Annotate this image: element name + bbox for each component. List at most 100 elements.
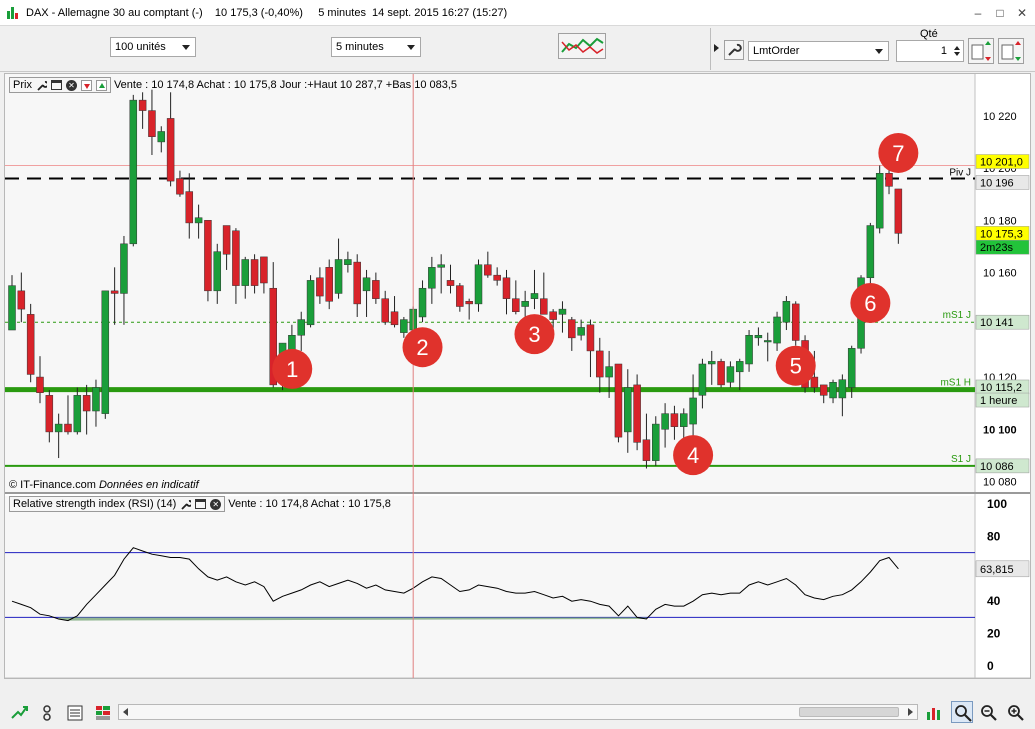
- scrollbar-thumb[interactable]: [799, 707, 899, 717]
- rsi-panel-header: Relative strength index (RSI) (14) ✕ Ven…: [9, 495, 391, 513]
- price-panel-tab[interactable]: Prix ✕: [9, 77, 111, 93]
- candle-body: [642, 439, 651, 461]
- price-panel-tab-label: Prix: [13, 79, 32, 91]
- candle-body: [782, 301, 791, 323]
- zoom-out-icon[interactable]: [980, 704, 998, 722]
- qty-down-icon[interactable]: [954, 52, 960, 56]
- candle-body: [334, 259, 343, 294]
- qty-up-icon[interactable]: [954, 46, 960, 50]
- candle-body: [54, 423, 63, 433]
- candle-body: [26, 314, 35, 375]
- chart-settings-icon[interactable]: [925, 704, 943, 722]
- candle-body: [17, 290, 26, 310]
- candle-body: [614, 363, 623, 438]
- candle-body: [735, 361, 744, 373]
- zoom-fit-icon[interactable]: [951, 701, 973, 723]
- candle-body: [325, 267, 333, 302]
- zoom-in-icon[interactable]: [1007, 704, 1025, 722]
- time-scrollbar[interactable]: [118, 704, 918, 720]
- candle-body: [894, 188, 903, 234]
- timeframe-select[interactable]: 5 minutes: [331, 37, 421, 57]
- minimize-icon[interactable]: –: [968, 4, 988, 22]
- candle-body: [82, 395, 91, 412]
- move-down-icon[interactable]: [80, 79, 92, 91]
- s1j-label: S1 J: [951, 454, 971, 465]
- candle-body: [484, 264, 492, 276]
- chart-area[interactable]: 10 22010 20010 18010 16010 14010 12010 1…: [4, 73, 1031, 679]
- annotation-number: 2: [416, 335, 428, 360]
- candle-body: [222, 225, 231, 255]
- rsi-panel-tab[interactable]: Relative strength index (RSI) (14) ✕: [9, 496, 226, 512]
- ms1j-badge-text: 10 141: [980, 317, 1014, 329]
- candle-body: [362, 277, 371, 292]
- timeframe-select-value: 5 minutes: [336, 41, 384, 53]
- candle-body: [689, 397, 697, 425]
- scroll-right-icon[interactable]: [908, 708, 913, 716]
- chart-svg[interactable]: 10 22010 20010 18010 16010 14010 12010 1…: [5, 74, 1030, 678]
- maximize-icon[interactable]: □: [990, 4, 1010, 22]
- candle-body: [148, 110, 156, 137]
- candle-body: [717, 361, 725, 386]
- sell-order-icon: [1001, 41, 1021, 61]
- rsi-tick-label: 20: [987, 627, 1001, 641]
- candle-body: [819, 384, 828, 396]
- ms1h-sub-badge-text: 1 heure: [980, 395, 1017, 407]
- candle-body: [586, 324, 595, 352]
- rsi-panel-tab-label: Relative strength index (RSI) (14): [13, 498, 177, 510]
- candle-body: [241, 259, 249, 286]
- candle-body: [605, 366, 613, 378]
- wrench-icon[interactable]: [180, 499, 192, 510]
- rsi-value-badge-text: 63,815: [980, 564, 1014, 576]
- candle-body: [185, 191, 194, 224]
- sell-order-button[interactable]: [998, 38, 1024, 64]
- order-settings-button[interactable]: [724, 40, 744, 60]
- price-tick-label: 10 160: [983, 268, 1017, 280]
- candle-body: [512, 298, 520, 312]
- close-panel-icon[interactable]: ✕: [65, 79, 77, 91]
- pivot-price-badge-text: 10 201,0: [980, 157, 1023, 169]
- candle-body: [670, 413, 679, 427]
- candle-body: [344, 259, 352, 265]
- candle-body: [624, 387, 632, 433]
- price-tick-label: 10 180: [983, 215, 1017, 227]
- scroll-left-icon[interactable]: [123, 708, 128, 716]
- copyright-line: © IT-Finance.com Données en indicatif: [9, 476, 199, 494]
- qty-stepper[interactable]: 1: [896, 40, 964, 62]
- order-panel-toggle-icon[interactable]: [714, 44, 719, 52]
- link-icon[interactable]: [38, 704, 56, 722]
- window-title: DAX - Allemagne 30 au comptant (-) 10 17…: [26, 6, 508, 19]
- candle-body: [92, 387, 100, 412]
- window-icon[interactable]: [195, 499, 207, 509]
- candle-body: [875, 173, 884, 229]
- units-select[interactable]: 100 unités: [110, 37, 196, 57]
- order-type-select[interactable]: LmtOrder: [748, 41, 889, 61]
- buy-order-button[interactable]: [968, 38, 994, 64]
- candle-body: [390, 311, 399, 326]
- annotation-number: 3: [528, 322, 540, 347]
- annotation-number: 6: [864, 291, 876, 316]
- window-icon[interactable]: [50, 80, 62, 90]
- chart-app-icon: [6, 6, 20, 20]
- close-panel-icon[interactable]: ✕: [210, 498, 222, 510]
- wrench-icon[interactable]: [36, 80, 47, 91]
- ms1j-label: mS1 J: [943, 310, 971, 321]
- trading-window: DAX - Allemagne 30 au comptant (-) 10 17…: [0, 0, 1035, 729]
- rsi-tick-label: 80: [987, 529, 1001, 543]
- color-table-icon[interactable]: [94, 704, 112, 722]
- table-icon[interactable]: [66, 704, 84, 722]
- candle-body: [260, 256, 268, 284]
- candle-body: [549, 311, 557, 320]
- candle-body: [558, 308, 567, 315]
- ms1h-badge-text: 10 115,2: [980, 382, 1022, 394]
- close-icon[interactable]: ✕: [1012, 4, 1032, 22]
- wrench-icon: [728, 43, 742, 56]
- candle-body: [64, 423, 72, 433]
- candle-body: [652, 423, 660, 461]
- move-up-icon[interactable]: [95, 79, 107, 91]
- indicator-chart-button[interactable]: [558, 33, 606, 59]
- candle-body: [437, 264, 445, 268]
- candle-body: [726, 366, 735, 383]
- disclaimer-text: Données en indicatif: [98, 479, 199, 491]
- auto-scroll-icon[interactable]: [10, 704, 28, 722]
- candle-body: [847, 348, 856, 388]
